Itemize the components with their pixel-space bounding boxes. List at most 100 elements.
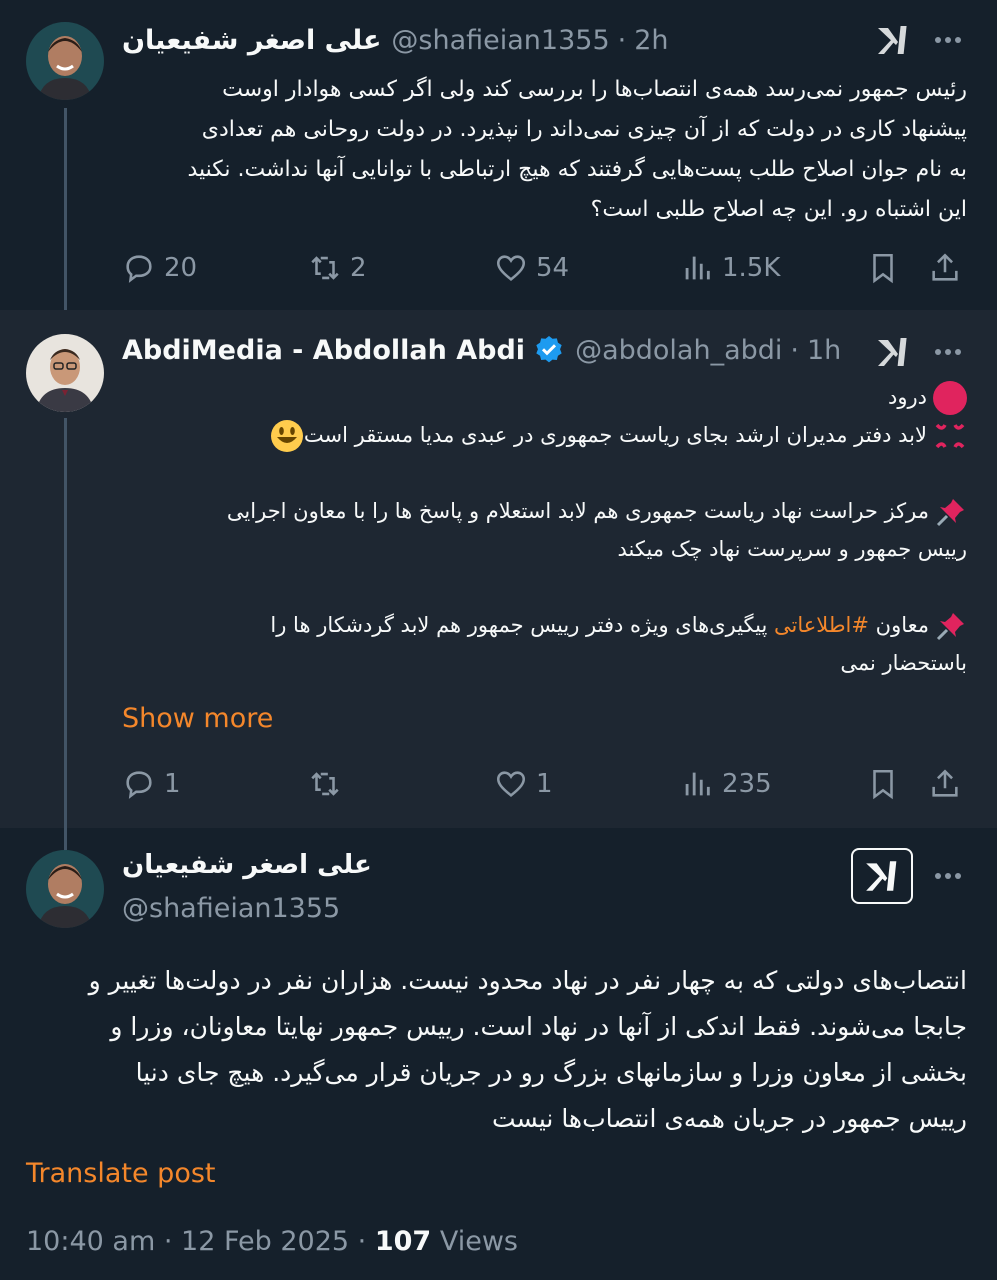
repost-icon xyxy=(311,256,339,280)
separator-dot: · xyxy=(163,1226,173,1257)
views-button[interactable]: 1.5K xyxy=(680,246,780,290)
repost-count: 2 xyxy=(350,253,367,283)
post-time[interactable]: 1h xyxy=(807,335,841,366)
author-handle[interactable]: @shafieian1355 xyxy=(122,893,340,924)
pushpin-icon xyxy=(936,499,964,527)
views-count: 107 xyxy=(374,1226,432,1257)
more-options-icon[interactable] xyxy=(930,334,966,370)
repost-button[interactable] xyxy=(308,762,350,806)
action-bar: 1 1 235 xyxy=(122,762,972,806)
reply-icon xyxy=(126,255,152,283)
reply-button[interactable]: 20 xyxy=(122,246,197,290)
author-name[interactable]: علی اصغر شفیعیان xyxy=(122,850,372,880)
reply-icon xyxy=(126,771,152,799)
tweet-text: رئیس جمهور نمی‌رسد همه‌ی انتصاب‌ها را بر… xyxy=(122,70,967,230)
text-line: جابجا می‌شوند. فقط اندکی از آنها در نهاد… xyxy=(110,1012,967,1041)
show-more-link[interactable]: Show more xyxy=(122,703,273,734)
tweet-text: درود لابد دفتر مدیران ارشد بجای ریاست جم… xyxy=(122,378,967,682)
bookmark-button[interactable] xyxy=(866,246,900,290)
repost-icon xyxy=(311,772,339,796)
text-span: معاون xyxy=(875,613,929,637)
reply-count: 20 xyxy=(164,253,198,283)
red-circle-icon xyxy=(933,381,967,415)
view-count: 235 xyxy=(722,769,772,799)
text-line: مرکز حراست نهاد ریاست جمهوری هم لابد است… xyxy=(122,492,967,530)
smiley-icon xyxy=(270,420,303,452)
grok-button[interactable] xyxy=(851,848,913,904)
separator-dot: · xyxy=(790,334,799,366)
avatar[interactable] xyxy=(26,334,104,412)
repost-button[interactable]: 2 xyxy=(308,246,367,290)
thread-line xyxy=(64,418,67,828)
view-count: 1.5K xyxy=(722,253,781,283)
bookmark-button[interactable] xyxy=(866,762,900,806)
thread-line xyxy=(64,828,67,850)
like-button[interactable]: 54 xyxy=(494,246,569,290)
tweet-1[interactable]: علی اصغر شفیعیان @shafieian1355 · 2h رئی… xyxy=(0,0,997,310)
avatar[interactable] xyxy=(26,22,104,100)
pushpin-icon xyxy=(936,613,964,641)
text-span: پیگیری‌های ویژه دفتر رییس جمهور هم لابد … xyxy=(270,613,768,637)
thread-line xyxy=(64,108,67,310)
grok-icon[interactable] xyxy=(875,22,911,58)
anger-symbol-icon xyxy=(935,423,965,449)
tweet-header: AbdiMedia - Abdollah Abdi @abdolah_abdi … xyxy=(122,332,847,368)
author-name[interactable]: AbdiMedia - Abdollah Abdi xyxy=(122,335,525,366)
share-button[interactable] xyxy=(928,246,962,290)
heart-icon xyxy=(496,771,526,797)
views-label: Views xyxy=(439,1226,518,1257)
tweet-text: انتصاب‌های دولتی که به چهار نفر در نهاد … xyxy=(26,958,967,1142)
text-line: معاون #اطلاعاتی پیگیری‌های ویژه دفتر ریی… xyxy=(122,606,967,644)
separator-dot: · xyxy=(357,1226,367,1257)
reply-button[interactable]: 1 xyxy=(122,762,181,806)
text-line: رییس جمهور و سرپرست نهاد چک میکند xyxy=(617,537,967,561)
like-button[interactable]: 1 xyxy=(494,762,553,806)
bookmark-icon xyxy=(873,769,893,800)
grok-icon[interactable] xyxy=(875,334,911,370)
hashtag-link[interactable]: #اطلاعاتی xyxy=(774,613,869,637)
greeting-text: درود xyxy=(888,385,927,409)
analytics-icon xyxy=(685,256,710,280)
share-button[interactable] xyxy=(928,762,962,806)
post-date[interactable]: 12 Feb 2025 xyxy=(181,1226,349,1257)
action-bar: 20 2 54 1.5K xyxy=(122,246,972,290)
text-line: به نام جوان اصلاح طلب پست‌هایی گرفتند که… xyxy=(187,157,967,182)
text-line: لابد دفتر مدیران ارشد بجای ریاست جمهوری … xyxy=(122,416,967,454)
text-span: لابد دفتر مدیران ارشد بجای ریاست جمهوری … xyxy=(303,423,927,447)
text-line: انتصاب‌های دولتی که به چهار نفر در نهاد … xyxy=(88,966,967,995)
share-icon xyxy=(932,253,958,281)
text-line: باستحضار نمی xyxy=(840,651,967,675)
avatar[interactable] xyxy=(26,850,104,928)
text-line: این اشتباه رو. این چه اصلاح طلبی است؟ xyxy=(590,197,967,222)
reply-count: 1 xyxy=(164,769,181,799)
more-options-icon[interactable] xyxy=(930,858,966,894)
like-count: 1 xyxy=(536,769,553,799)
views-button[interactable]: 235 xyxy=(680,762,772,806)
text-span: مرکز حراست نهاد ریاست جمهوری هم لابد است… xyxy=(226,499,929,523)
text-line: درود xyxy=(122,378,967,416)
text-line: رئیس جمهور نمی‌رسد همه‌ی انتصاب‌ها را بر… xyxy=(222,77,967,102)
author-name[interactable]: علی اصغر شفیعیان xyxy=(122,25,381,56)
more-options-icon[interactable] xyxy=(930,22,966,58)
text-line: پیشنهاد کاری در دولت که از آن چیزی نمی‌د… xyxy=(201,117,967,142)
text-line: رییس جمهور در جریان همه‌ی انتصاب‌ها نیست xyxy=(492,1104,967,1133)
text-line: بخشی از معاون وزرا و سازمانهای بزرگ رو د… xyxy=(135,1058,967,1087)
author-handle[interactable]: @shafieian1355 xyxy=(391,25,609,56)
translate-post-link[interactable]: Translate post xyxy=(26,1158,216,1189)
separator-dot: · xyxy=(617,24,627,56)
tweet-2[interactable]: AbdiMedia - Abdollah Abdi @abdolah_abdi … xyxy=(0,310,997,828)
post-metadata: 10:40 am · 12 Feb 2025 · 107 Views xyxy=(26,1226,518,1257)
bookmark-icon xyxy=(873,253,893,284)
verified-badge-icon xyxy=(533,334,565,366)
analytics-icon xyxy=(685,772,710,796)
like-count: 54 xyxy=(536,253,570,283)
post-time[interactable]: 10:40 am xyxy=(26,1226,155,1257)
share-icon xyxy=(932,769,958,797)
author-handle[interactable]: @abdolah_abdi xyxy=(575,335,782,366)
post-time[interactable]: 2h xyxy=(634,25,668,56)
grok-icon xyxy=(866,861,897,891)
heart-icon xyxy=(496,255,526,281)
tweet-header: علی اصغر شفیعیان @shafieian1355 · 2h xyxy=(122,22,847,58)
